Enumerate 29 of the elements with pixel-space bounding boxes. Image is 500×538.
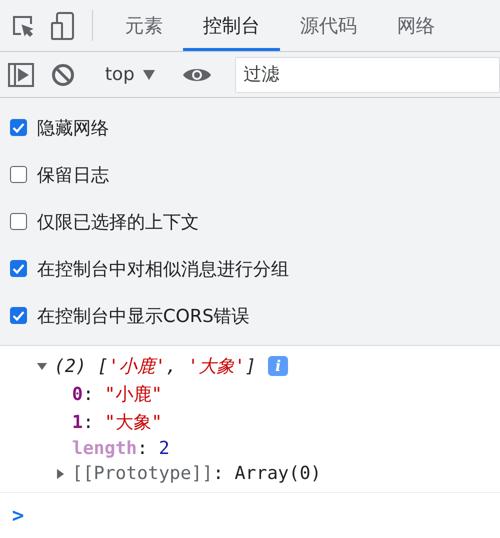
property-line: 1: "大象" — [72, 411, 162, 434]
collapsed-arrow-icon[interactable] — [54, 468, 66, 480]
property-line: 0: "小鹿" — [72, 383, 162, 406]
info-badge: i — [268, 356, 288, 376]
setting-label: 保留日志 — [37, 164, 109, 186]
panel-tab[interactable]: 源代码 — [280, 0, 377, 51]
setting-label: 仅限已选择的上下文 — [37, 210, 199, 234]
prototype-line: [[Prototype]]: Array(0) — [72, 463, 322, 484]
device-icon[interactable] — [51, 12, 75, 40]
setting-label: 在控制台中显示CORS错误 — [37, 304, 250, 328]
filter-field[interactable]: 过滤 — [234, 56, 500, 92]
panel-tab[interactable]: 网络 — [377, 0, 455, 51]
caret-icon — [142, 70, 154, 80]
prompt[interactable]: > — [0, 493, 500, 537]
checkbox[interactable] — [10, 119, 27, 136]
checkbox[interactable] — [10, 166, 27, 183]
inspect-icon[interactable] — [11, 14, 35, 38]
panel-tab[interactable]: 元素 — [105, 0, 183, 51]
checkbox[interactable] — [10, 260, 27, 277]
array-summary: (2) ['小鹿', '大象'] — [54, 355, 256, 378]
property-line: length: 2 — [72, 438, 170, 459]
setting-label: 隐藏网络 — [37, 116, 109, 140]
sidebar-icon[interactable] — [8, 62, 34, 86]
clear-icon[interactable] — [51, 62, 75, 86]
setting-label: 在控制台中对相似消息进行分组 — [37, 258, 289, 280]
expanded-arrow-icon[interactable] — [36, 360, 48, 372]
checkbox[interactable] — [10, 307, 27, 324]
context-dropdown[interactable]: top — [97, 64, 162, 85]
checkbox[interactable] — [10, 213, 27, 230]
